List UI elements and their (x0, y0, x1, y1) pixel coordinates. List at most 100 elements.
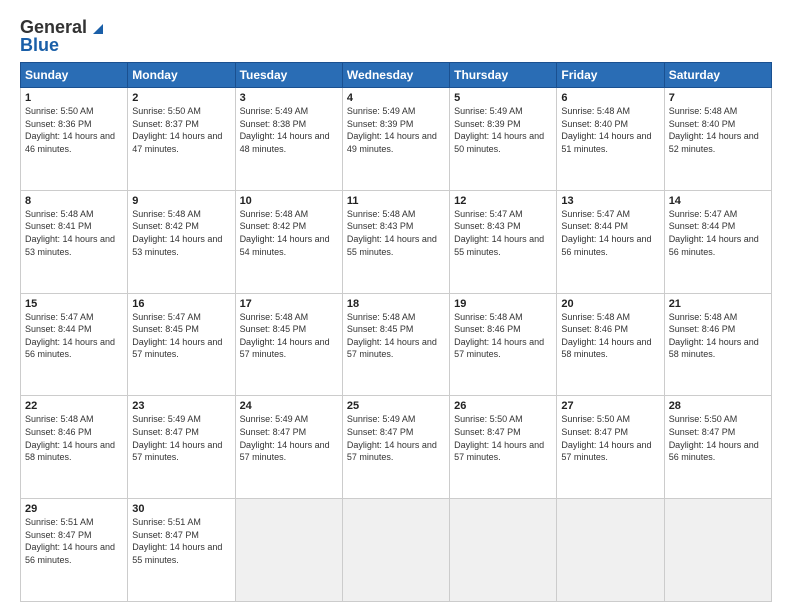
day-number: 15 (25, 298, 123, 310)
day-header-tuesday: Tuesday (235, 63, 342, 88)
calendar-cell: 1Sunrise: 5:50 AMSunset: 8:36 PMDaylight… (21, 88, 128, 191)
calendar-cell (557, 499, 664, 602)
day-number: 23 (132, 400, 230, 412)
day-info: Sunrise: 5:49 AMSunset: 8:47 PMDaylight:… (240, 413, 338, 463)
calendar-cell: 21Sunrise: 5:48 AMSunset: 8:46 PMDayligh… (664, 293, 771, 396)
calendar-cell: 8Sunrise: 5:48 AMSunset: 8:41 PMDaylight… (21, 190, 128, 293)
calendar-cell: 7Sunrise: 5:48 AMSunset: 8:40 PMDaylight… (664, 88, 771, 191)
day-info: Sunrise: 5:49 AMSunset: 8:39 PMDaylight:… (347, 105, 445, 155)
calendar-cell: 5Sunrise: 5:49 AMSunset: 8:39 PMDaylight… (450, 88, 557, 191)
day-info: Sunrise: 5:48 AMSunset: 8:45 PMDaylight:… (240, 311, 338, 361)
day-info: Sunrise: 5:47 AMSunset: 8:44 PMDaylight:… (25, 311, 123, 361)
day-number: 17 (240, 298, 338, 310)
calendar-cell: 12Sunrise: 5:47 AMSunset: 8:43 PMDayligh… (450, 190, 557, 293)
day-number: 22 (25, 400, 123, 412)
calendar-cell: 2Sunrise: 5:50 AMSunset: 8:37 PMDaylight… (128, 88, 235, 191)
day-info: Sunrise: 5:50 AMSunset: 8:37 PMDaylight:… (132, 105, 230, 155)
logo-blue-text: Blue (20, 36, 59, 54)
day-info: Sunrise: 5:48 AMSunset: 8:42 PMDaylight:… (132, 208, 230, 258)
day-number: 14 (669, 195, 767, 207)
day-info: Sunrise: 5:48 AMSunset: 8:41 PMDaylight:… (25, 208, 123, 258)
day-info: Sunrise: 5:48 AMSunset: 8:45 PMDaylight:… (347, 311, 445, 361)
day-info: Sunrise: 5:50 AMSunset: 8:47 PMDaylight:… (561, 413, 659, 463)
calendar-cell: 3Sunrise: 5:49 AMSunset: 8:38 PMDaylight… (235, 88, 342, 191)
calendar-cell: 23Sunrise: 5:49 AMSunset: 8:47 PMDayligh… (128, 396, 235, 499)
calendar-cell: 22Sunrise: 5:48 AMSunset: 8:46 PMDayligh… (21, 396, 128, 499)
day-info: Sunrise: 5:47 AMSunset: 8:45 PMDaylight:… (132, 311, 230, 361)
day-number: 3 (240, 92, 338, 104)
calendar-cell (664, 499, 771, 602)
day-number: 25 (347, 400, 445, 412)
calendar-cell: 13Sunrise: 5:47 AMSunset: 8:44 PMDayligh… (557, 190, 664, 293)
calendar-cell: 17Sunrise: 5:48 AMSunset: 8:45 PMDayligh… (235, 293, 342, 396)
calendar-cell: 9Sunrise: 5:48 AMSunset: 8:42 PMDaylight… (128, 190, 235, 293)
day-info: Sunrise: 5:50 AMSunset: 8:36 PMDaylight:… (25, 105, 123, 155)
calendar-cell: 20Sunrise: 5:48 AMSunset: 8:46 PMDayligh… (557, 293, 664, 396)
day-info: Sunrise: 5:49 AMSunset: 8:47 PMDaylight:… (347, 413, 445, 463)
calendar-week-4: 29Sunrise: 5:51 AMSunset: 8:47 PMDayligh… (21, 499, 772, 602)
day-header-row: SundayMondayTuesdayWednesdayThursdayFrid… (21, 63, 772, 88)
day-number: 12 (454, 195, 552, 207)
calendar-table: SundayMondayTuesdayWednesdayThursdayFrid… (20, 62, 772, 602)
logo-blue-line: Blue (20, 36, 59, 54)
calendar-cell: 28Sunrise: 5:50 AMSunset: 8:47 PMDayligh… (664, 396, 771, 499)
day-info: Sunrise: 5:48 AMSunset: 8:46 PMDaylight:… (454, 311, 552, 361)
calendar-cell (235, 499, 342, 602)
calendar-cell: 24Sunrise: 5:49 AMSunset: 8:47 PMDayligh… (235, 396, 342, 499)
day-number: 5 (454, 92, 552, 104)
day-number: 27 (561, 400, 659, 412)
page: General Blue SundayMondayTuesdayWednesda… (0, 0, 792, 612)
calendar-cell: 25Sunrise: 5:49 AMSunset: 8:47 PMDayligh… (342, 396, 449, 499)
day-number: 11 (347, 195, 445, 207)
day-header-sunday: Sunday (21, 63, 128, 88)
day-info: Sunrise: 5:48 AMSunset: 8:46 PMDaylight:… (561, 311, 659, 361)
logo-general-text: General (20, 18, 87, 36)
day-number: 21 (669, 298, 767, 310)
calendar-cell: 15Sunrise: 5:47 AMSunset: 8:44 PMDayligh… (21, 293, 128, 396)
calendar-cell: 4Sunrise: 5:49 AMSunset: 8:39 PMDaylight… (342, 88, 449, 191)
day-number: 26 (454, 400, 552, 412)
calendar-cell: 18Sunrise: 5:48 AMSunset: 8:45 PMDayligh… (342, 293, 449, 396)
calendar-cell: 19Sunrise: 5:48 AMSunset: 8:46 PMDayligh… (450, 293, 557, 396)
calendar-week-3: 22Sunrise: 5:48 AMSunset: 8:46 PMDayligh… (21, 396, 772, 499)
day-number: 20 (561, 298, 659, 310)
day-info: Sunrise: 5:50 AMSunset: 8:47 PMDaylight:… (454, 413, 552, 463)
day-number: 13 (561, 195, 659, 207)
calendar-cell: 6Sunrise: 5:48 AMSunset: 8:40 PMDaylight… (557, 88, 664, 191)
day-number: 29 (25, 503, 123, 515)
calendar-cell: 29Sunrise: 5:51 AMSunset: 8:47 PMDayligh… (21, 499, 128, 602)
day-info: Sunrise: 5:47 AMSunset: 8:44 PMDaylight:… (561, 208, 659, 258)
day-info: Sunrise: 5:48 AMSunset: 8:43 PMDaylight:… (347, 208, 445, 258)
calendar-cell: 14Sunrise: 5:47 AMSunset: 8:44 PMDayligh… (664, 190, 771, 293)
day-number: 28 (669, 400, 767, 412)
logo-triangle-icon (89, 20, 105, 36)
day-header-monday: Monday (128, 63, 235, 88)
day-header-friday: Friday (557, 63, 664, 88)
calendar-week-2: 15Sunrise: 5:47 AMSunset: 8:44 PMDayligh… (21, 293, 772, 396)
logo-general-line: General (20, 18, 105, 36)
day-header-saturday: Saturday (664, 63, 771, 88)
day-number: 30 (132, 503, 230, 515)
calendar-cell: 30Sunrise: 5:51 AMSunset: 8:47 PMDayligh… (128, 499, 235, 602)
day-number: 6 (561, 92, 659, 104)
day-info: Sunrise: 5:48 AMSunset: 8:40 PMDaylight:… (669, 105, 767, 155)
day-number: 18 (347, 298, 445, 310)
day-info: Sunrise: 5:48 AMSunset: 8:42 PMDaylight:… (240, 208, 338, 258)
day-number: 8 (25, 195, 123, 207)
day-info: Sunrise: 5:49 AMSunset: 8:47 PMDaylight:… (132, 413, 230, 463)
calendar-week-0: 1Sunrise: 5:50 AMSunset: 8:36 PMDaylight… (21, 88, 772, 191)
day-info: Sunrise: 5:49 AMSunset: 8:39 PMDaylight:… (454, 105, 552, 155)
calendar-cell: 11Sunrise: 5:48 AMSunset: 8:43 PMDayligh… (342, 190, 449, 293)
day-info: Sunrise: 5:50 AMSunset: 8:47 PMDaylight:… (669, 413, 767, 463)
calendar-cell: 26Sunrise: 5:50 AMSunset: 8:47 PMDayligh… (450, 396, 557, 499)
day-info: Sunrise: 5:47 AMSunset: 8:44 PMDaylight:… (669, 208, 767, 258)
day-info: Sunrise: 5:51 AMSunset: 8:47 PMDaylight:… (25, 516, 123, 566)
calendar-week-1: 8Sunrise: 5:48 AMSunset: 8:41 PMDaylight… (21, 190, 772, 293)
calendar-cell: 10Sunrise: 5:48 AMSunset: 8:42 PMDayligh… (235, 190, 342, 293)
day-number: 1 (25, 92, 123, 104)
day-info: Sunrise: 5:51 AMSunset: 8:47 PMDaylight:… (132, 516, 230, 566)
day-number: 16 (132, 298, 230, 310)
day-header-wednesday: Wednesday (342, 63, 449, 88)
day-info: Sunrise: 5:47 AMSunset: 8:43 PMDaylight:… (454, 208, 552, 258)
day-number: 9 (132, 195, 230, 207)
